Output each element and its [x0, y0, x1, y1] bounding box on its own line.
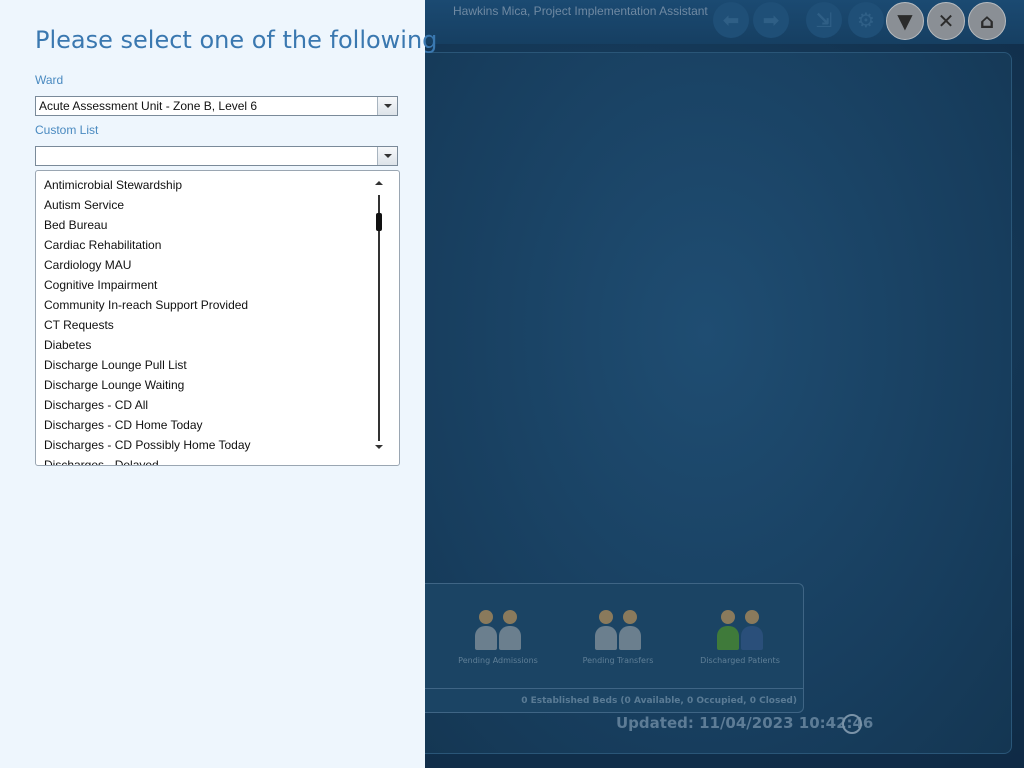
tile-label: Pending Admissions [458, 656, 538, 665]
list-item[interactable]: Cardiac Rehabilitation [36, 235, 375, 255]
list-item[interactable]: Diabetes [36, 335, 375, 355]
scroll-down-icon[interactable] [375, 445, 383, 449]
list-item[interactable]: CT Requests [36, 315, 375, 335]
ward-combobox[interactable]: Acute Assessment Unit - Zone B, Level 6 [35, 96, 398, 116]
scroll-up-icon[interactable] [375, 181, 383, 185]
custom-list-dropdown: Antimicrobial Stewardship Autism Service B… [35, 170, 400, 466]
forward-icon[interactable]: ➡ [753, 2, 789, 38]
custom-list-combobox[interactable] [35, 146, 398, 166]
divider [401, 688, 803, 689]
list-item[interactable]: Bed Bureau [36, 215, 375, 235]
tile-label: Discharged Patients [700, 656, 780, 665]
close-icon[interactable]: ✕ [927, 2, 965, 40]
filter-icon[interactable]: ▼ [886, 2, 924, 40]
dropdown-scrollbar[interactable] [372, 177, 386, 459]
list-item[interactable]: Discharges - Delayed [36, 455, 375, 465]
list-item[interactable]: Cardiology MAU [36, 255, 375, 275]
tile-discharged-patients[interactable]: Discharged Patients [685, 598, 795, 665]
summary-tiles: Pending Admissions Pending Transfers Dis… [400, 583, 804, 713]
list-item[interactable]: Discharge Lounge Waiting [36, 375, 375, 395]
list-item[interactable]: Cognitive Impairment [36, 275, 375, 295]
discharged-patients-icon [685, 598, 795, 650]
list-item[interactable]: Autism Service [36, 195, 375, 215]
refresh-icon[interactable] [842, 714, 862, 734]
chevron-down-icon[interactable] [377, 97, 397, 115]
list-item[interactable]: Discharges - CD All [36, 395, 375, 415]
list-item[interactable]: Discharges - CD Home Today [36, 415, 375, 435]
scroll-thumb[interactable] [376, 213, 382, 231]
user-title: Hawkins Mica, Project Implementation Ass… [453, 4, 708, 18]
settings-icon[interactable]: ⚙ [848, 2, 884, 38]
home-icon[interactable]: ⌂ [968, 2, 1006, 40]
list-item[interactable]: Discharge Lounge Pull List [36, 355, 375, 375]
tile-pending-transfers[interactable]: Pending Transfers [563, 598, 673, 665]
custom-list-label: Custom List [35, 123, 99, 137]
ward-value: Acute Assessment Unit - Zone B, Level 6 [39, 99, 258, 113]
ward-label: Ward [35, 73, 64, 87]
chevron-down-icon[interactable] [377, 147, 397, 165]
updated-timestamp: Updated: 11/04/2023 10:42:46 [616, 714, 874, 732]
list-item[interactable]: Antimicrobial Stewardship [36, 175, 375, 195]
selection-dialog: Please select one of the following Ward … [0, 0, 437, 768]
beds-summary: 0 Established Beds (0 Available, 0 Occup… [521, 696, 797, 706]
dropdown-items: Antimicrobial Stewardship Autism Service B… [36, 175, 375, 465]
list-item[interactable]: Community In-reach Support Provided [36, 295, 375, 315]
tile-label: Pending Transfers [582, 656, 654, 665]
export-icon[interactable]: ⇲ [806, 2, 842, 38]
pending-transfers-icon [563, 598, 673, 650]
tile-pending-admissions[interactable]: Pending Admissions [443, 598, 553, 665]
back-icon[interactable]: ⬅ [713, 2, 749, 38]
dialog-title: Please select one of the following [35, 26, 438, 54]
pending-admissions-icon [443, 598, 553, 650]
scroll-track[interactable] [378, 195, 380, 441]
list-item[interactable]: Discharges - CD Possibly Home Today [36, 435, 375, 455]
